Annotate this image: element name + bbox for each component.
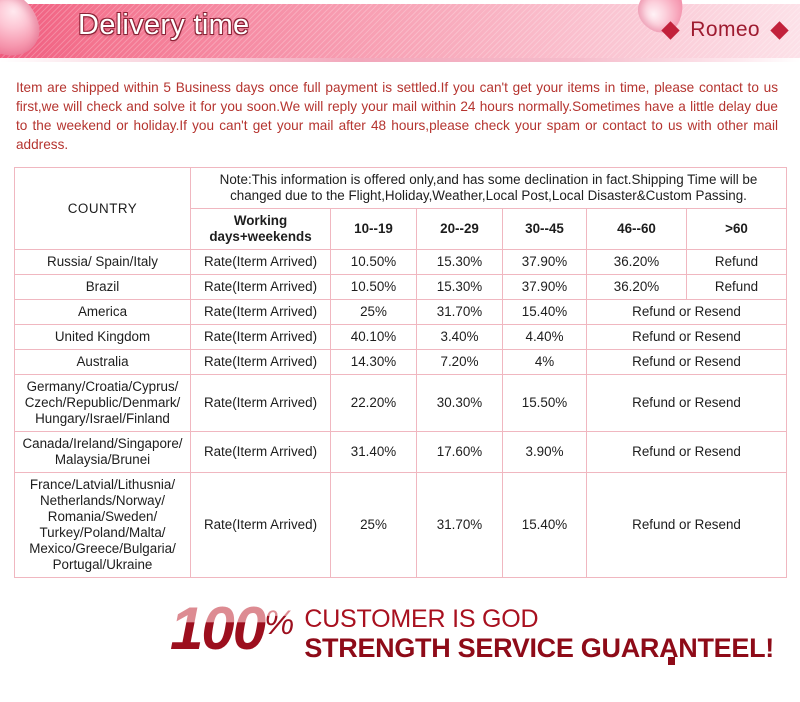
- table-header-note-row: COUNTRY Note:This information is offered…: [14, 167, 787, 250]
- delivery-rates-table: COUNTRY Note:This information is offered…: [14, 167, 787, 578]
- col-header-working-line2: days+weekends: [209, 229, 312, 244]
- country-cell: Russia/ Spain/Italy: [14, 249, 191, 275]
- rate-value-cell-1: 25%: [330, 299, 417, 325]
- rate-value-cell-2: 31.70%: [416, 472, 503, 578]
- table-row: Germany/Croatia/Cyprus/Czech/Republic/De…: [14, 374, 787, 432]
- country-cell: Brazil: [14, 274, 191, 300]
- rate-value-cell-3: 3.90%: [502, 431, 587, 473]
- rate-label-cell: Rate(Iterm Arrived): [190, 374, 331, 432]
- brand-name: Romeo: [690, 18, 760, 41]
- guarantee-banner-inner: 100 % CUSTOMER IS GOD STRENGTH SERVICE G…: [170, 595, 774, 664]
- country-cell: Germany/Croatia/Cyprus/Czech/Republic/De…: [14, 374, 191, 432]
- rate-value-cell-3: 4.40%: [502, 324, 587, 350]
- table-row: Canada/Ireland/Singapore/Malaysia/Brunei…: [14, 431, 787, 473]
- rate-label-cell: Rate(Iterm Arrived): [190, 299, 331, 325]
- rate-value-cell-4: 36.20%: [586, 249, 687, 275]
- rate-value-cell-3: 15.50%: [502, 374, 587, 432]
- shipping-note-cell: Note:This information is offered only,an…: [190, 167, 787, 209]
- table-row: France/Latvial/Lithusnia/Netherlands/Nor…: [14, 472, 787, 578]
- rate-value-cell-2: 31.70%: [416, 299, 503, 325]
- col-header-working-days: Working days+weekends: [190, 208, 331, 250]
- rate-value-cell-2: 30.30%: [416, 374, 503, 432]
- banner-underline: [0, 58, 800, 62]
- table-row: Russia/ Spain/Italy Rate(Iterm Arrived) 10…: [14, 249, 787, 275]
- rate-outcome-cell: Refund: [686, 249, 787, 275]
- col-header-over-60: >60: [686, 208, 787, 250]
- rate-outcome-merged-cell: Refund or Resend: [586, 349, 787, 375]
- country-cell: France/Latvial/Lithusnia/Netherlands/Nor…: [14, 472, 191, 578]
- rate-value-cell-2: 7.20%: [416, 349, 503, 375]
- rate-value-cell-4: 36.20%: [586, 274, 687, 300]
- slogan-line-2: STRENGTH SERVICE GUARANTEEL!: [304, 633, 774, 663]
- rate-label-cell: Rate(Iterm Arrived): [190, 472, 331, 578]
- rate-outcome-merged-cell: Refund or Resend: [586, 299, 787, 325]
- rate-label-cell: Rate(Iterm Arrived): [190, 324, 331, 350]
- rate-value-cell-3: 37.90%: [502, 274, 587, 300]
- delivery-rates-table-wrap: COUNTRY Note:This information is offered…: [14, 167, 787, 578]
- table-body: COUNTRY Note:This information is offered…: [14, 167, 787, 250]
- col-header-30-45: 30--45: [502, 208, 587, 250]
- rate-outcome-merged-cell: Refund or Resend: [586, 472, 787, 578]
- table-row: Australia Rate(Iterm Arrived) 14.30% 7.20% 4…: [14, 349, 787, 375]
- country-cell: Australia: [14, 349, 191, 375]
- country-cell: Canada/Ireland/Singapore/Malaysia/Brunei: [14, 431, 191, 473]
- rate-value-cell-1: 10.50%: [330, 249, 417, 275]
- rate-label-cell: Rate(Iterm Arrived): [190, 274, 331, 300]
- table-data-rows: Russia/ Spain/Italy Rate(Iterm Arrived) 10…: [14, 249, 787, 578]
- rate-value-cell-1: 40.10%: [330, 324, 417, 350]
- guarantee-slogan: CUSTOMER IS GOD STRENGTH SERVICE GUARANT…: [304, 600, 774, 664]
- diamond-icon-left: [661, 20, 680, 40]
- rate-value-cell-2: 3.40%: [416, 324, 503, 350]
- rate-outcome-cell: Refund: [686, 274, 787, 300]
- country-cell: America: [14, 299, 191, 325]
- rate-value-cell-1: 14.30%: [330, 349, 417, 375]
- rate-value-cell-2: 17.60%: [416, 431, 503, 473]
- page-header-banner: Delivery time Romeo: [0, 0, 800, 66]
- rate-outcome-merged-cell: Refund or Resend: [586, 431, 787, 473]
- col-header-20-29: 20--29: [416, 208, 503, 250]
- decorative-mark: [668, 657, 675, 665]
- diamond-icon-right: [770, 20, 789, 40]
- rate-outcome-merged-cell: Refund or Resend: [586, 374, 787, 432]
- rate-value-cell-3: 15.40%: [502, 299, 587, 325]
- brand-block: Romeo: [661, 18, 789, 42]
- col-header-10-19: 10--19: [330, 208, 417, 250]
- table-row: United Kingdom Rate(Iterm Arrived) 40.10% 3…: [14, 324, 787, 350]
- rate-label-cell: Rate(Iterm Arrived): [190, 431, 331, 473]
- rate-value-cell-2: 15.30%: [416, 249, 503, 275]
- percent-number: 100: [170, 595, 266, 662]
- rate-value-cell-1: 31.40%: [330, 431, 417, 473]
- rate-value-cell-3: 37.90%: [502, 249, 587, 275]
- page-title: Delivery time: [78, 9, 250, 41]
- rate-value-cell-1: 10.50%: [330, 274, 417, 300]
- rate-label-cell: Rate(Iterm Arrived): [190, 349, 331, 375]
- rate-value-cell-2: 15.30%: [416, 274, 503, 300]
- rate-value-cell-1: 22.20%: [330, 374, 417, 432]
- rate-value-cell-1: 25%: [330, 472, 417, 578]
- col-header-working-line1: Working: [233, 213, 288, 228]
- slogan-line-1: CUSTOMER IS GOD: [304, 605, 539, 633]
- rate-label-cell: Rate(Iterm Arrived): [190, 249, 331, 275]
- rate-outcome-merged-cell: Refund or Resend: [586, 324, 787, 350]
- col-header-46-60: 46--60: [586, 208, 687, 250]
- percent-symbol-icon: %: [264, 600, 294, 646]
- country-cell: United Kingdom: [14, 324, 191, 350]
- guarantee-banner: 100 % CUSTOMER IS GOD STRENGTH SERVICE G…: [0, 596, 800, 702]
- shipping-policy-text: Item are shipped within 5 Business days …: [16, 80, 778, 152]
- table-row: Brazil Rate(Iterm Arrived) 10.50% 15.30% 37.…: [14, 274, 787, 300]
- rate-value-cell-3: 4%: [502, 349, 587, 375]
- rate-value-cell-3: 15.40%: [502, 472, 587, 578]
- country-column-header: COUNTRY: [14, 167, 191, 250]
- table-row: America Rate(Iterm Arrived) 25% 31.70% 15.40…: [14, 299, 787, 325]
